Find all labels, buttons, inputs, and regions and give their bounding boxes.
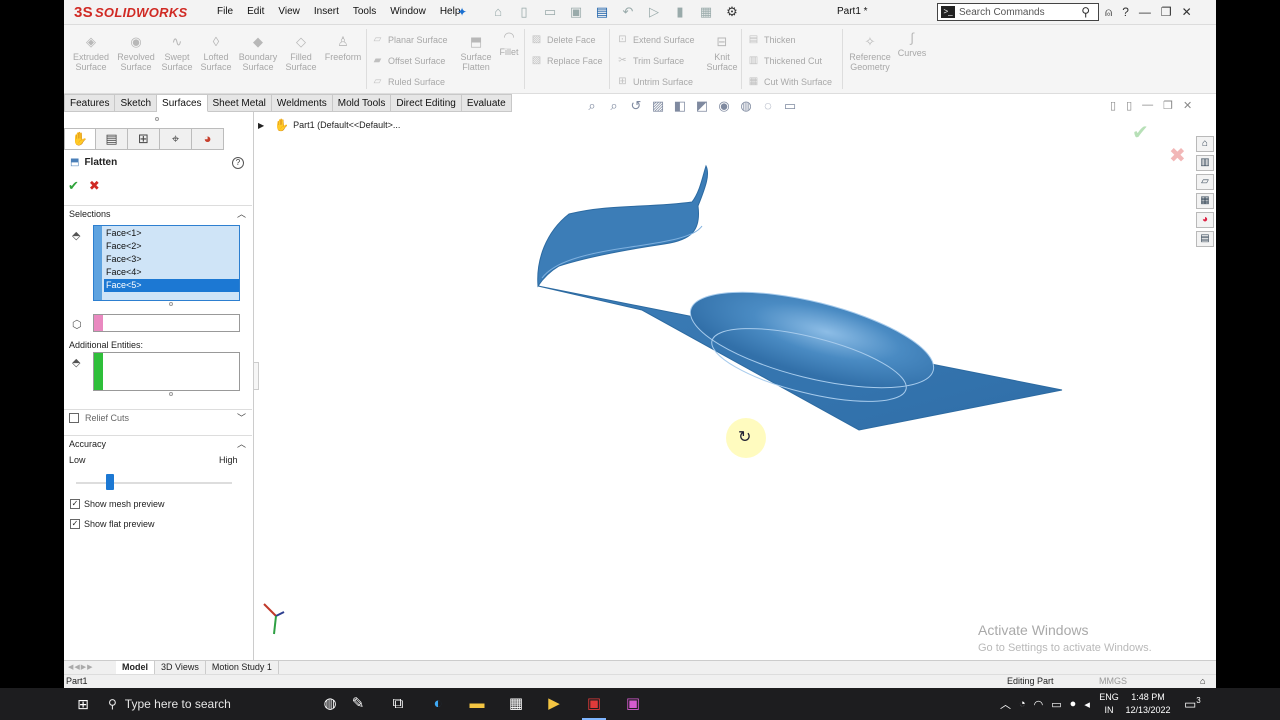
taskbar-search-placeholder: Type here to search [124,697,231,711]
task-view-icon[interactable]: ⧉ [386,688,410,720]
activate-windows-subtitle: Go to Settings to activate Windows. [978,642,1152,654]
store-icon[interactable]: ▦ [504,688,528,720]
recorder-app-icon[interactable]: ▣ [621,688,645,720]
battery-icon[interactable]: ▭ [1051,698,1061,711]
busy-cursor-icon: ↻ [738,429,752,446]
notifications-icon[interactable]: ▭3 [1184,696,1201,712]
model-viewport[interactable] [64,0,1216,688]
network-icon[interactable]: ◔ [1019,698,1026,710]
media-player-icon[interactable]: ▶ [542,688,566,720]
tab-model[interactable]: Model [116,661,155,675]
search-icon: ⚲ [108,697,117,711]
show-hidden-icons-icon[interactable]: ︿ [1000,696,1011,712]
app-pinned-icon[interactable]: ✎ [346,688,370,720]
solidworks-taskbar-icon[interactable]: ▣ [582,688,606,720]
microphone-icon[interactable]: ● [1070,698,1077,710]
reference-triad-icon [263,603,285,635]
taskbar-search-box[interactable]: ⚲ Type here to search [108,688,318,720]
status-document-name: Part1 [66,676,88,686]
tab-scroll-arrows-icon[interactable]: ◀◀▶▶ [64,661,116,674]
windows-start-icon[interactable]: ⊞ [72,688,94,720]
curved-flange-surface[interactable] [537,164,709,288]
system-clock[interactable]: 1:48 PM 12/13/2022 [1124,691,1172,717]
bottom-tabs: ◀◀▶▶ Model 3D Views Motion Study 1 [64,660,1216,675]
status-bar: Part1 Editing Part MMGS ⌂ [64,674,1216,688]
solidworks-window: 3S SOLIDWORKS File Edit View Insert Tool… [64,0,1216,688]
clock-time: 1:48 PM [1131,692,1165,702]
input-language[interactable]: ENG IN [1098,691,1120,717]
status-units[interactable]: MMGS [1099,675,1127,688]
wifi-icon[interactable]: ◠ [1034,698,1044,711]
status-editing-mode: Editing Part [1007,676,1054,686]
status-info-icon[interactable]: ⌂ [1200,675,1205,688]
activate-windows-title: Activate Windows [978,622,1089,638]
tab-3d-views[interactable]: 3D Views [155,661,206,675]
system-tray: ︿ ◔ ◠ ▭ ● ◂ [1000,688,1090,720]
windows-taskbar: ⊞ ⚲ Type here to search ◍ ✎ ⧉ ◐ ▬ ▦ ▶ ▣ … [0,688,1280,720]
volume-icon[interactable]: ◂ [1084,698,1090,711]
file-explorer-icon[interactable]: ▬ [465,688,489,720]
cortana-icon[interactable]: ◍ [318,688,342,720]
edge-browser-icon[interactable]: ◐ [426,688,450,720]
tab-motion-study[interactable]: Motion Study 1 [206,661,279,675]
clock-date: 12/13/2022 [1125,705,1171,715]
